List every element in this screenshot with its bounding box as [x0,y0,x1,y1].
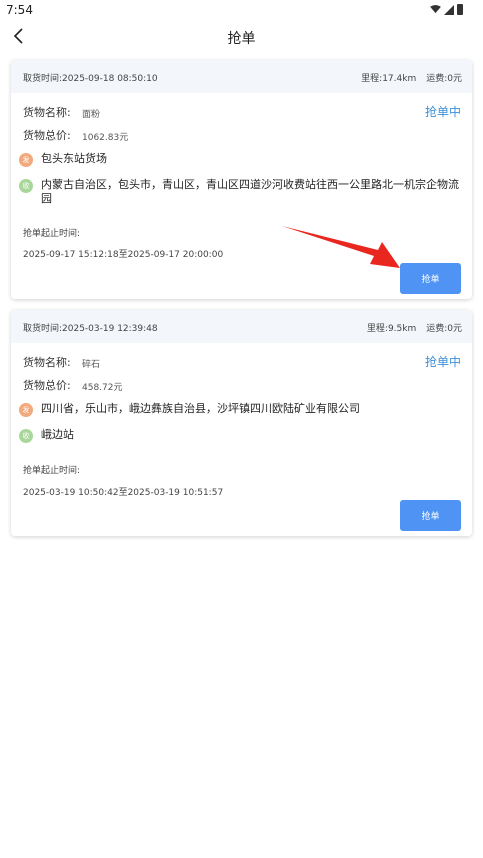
receiver-address-row: 收 内蒙古自治区，包头市，青山区，青山区四道沙河收费站往西一公里路北一机宗企物流… [19,178,462,206]
status-time: 7:54 [6,3,33,17]
sender-address-row: 发 包头东站货场 [19,152,462,167]
receiver-icon: 收 [19,179,33,193]
receiver-icon: 收 [19,429,33,443]
sender-address-row: 发 四川省，乐山市，峨边彝族自治县，沙坪镇四川欧陆矿业有限公司 [19,402,462,417]
cargo-name-value: 面粉 [82,110,101,120]
cargo-name-label: 货物名称: [23,106,71,119]
sender-icon: 发 [19,403,33,417]
signal-icon [444,4,454,15]
freight: 运费:0元 [426,74,462,84]
cargo-name-value: 碎石 [82,360,101,370]
cargo-total-value: 458.72元 [82,383,123,393]
receiver-address: 内蒙古自治区，包头市，青山区，青山区四道沙河收费站往西一公里路北一机宗企物流园 [41,178,459,205]
cargo-total-value: 1062.83元 [82,133,129,143]
distance: 里程:17.4km [361,74,417,84]
order-card-header: 取货时间:2025-03-19 12:39:48 里程:9.5km 运费:0元 [11,310,472,343]
receiver-address: 峨边站 [41,428,74,441]
deadline-label: 抢单起止时间: [23,229,81,239]
deadline-value: 2025-03-19 10:50:42至2025-03-19 10:51:57 [23,488,224,498]
pickup-time: 取货时间:2025-09-18 08:50:10 [23,74,158,84]
freight: 运费:0元 [426,324,462,334]
sender-address: 包头东站货场 [41,152,107,165]
order-card[interactable]: 取货时间:2025-03-19 12:39:48 里程:9.5km 运费:0元 … [11,310,472,536]
battery-icon [457,4,463,15]
order-card-header: 取货时间:2025-09-18 08:50:10 里程:17.4km 运费:0元 [11,60,472,93]
wifi-icon [430,5,441,14]
cargo-total-label: 货物总价: [23,129,71,142]
order-card[interactable]: 取货时间:2025-09-18 08:50:10 里程:17.4km 运费:0元… [11,60,472,299]
sender-icon: 发 [19,153,33,167]
deadline-label: 抢单起止时间: [23,466,81,476]
cargo-total-label: 货物总价: [23,379,71,392]
nav-bar: 抢单 [0,20,483,54]
deadline-value: 2025-09-17 15:12:18至2025-09-17 20:00:00 [23,250,224,260]
grab-order-button[interactable]: 抢单 [400,500,461,531]
pickup-time: 取货时间:2025-03-19 12:39:48 [23,324,158,334]
receiver-address-row: 收 峨边站 [19,428,462,443]
status-icons [430,4,463,15]
page-title: 抢单 [227,31,256,47]
sender-address: 四川省，乐山市，峨边彝族自治县，沙坪镇四川欧陆矿业有限公司 [41,402,360,415]
status-bar: 7:54 [0,0,483,20]
status-badge: 抢单中 [424,105,461,119]
grab-order-button[interactable]: 抢单 [400,263,461,294]
distance: 里程:9.5km [366,324,417,334]
status-badge: 抢单中 [424,355,461,369]
cargo-name-label: 货物名称: [23,356,71,369]
